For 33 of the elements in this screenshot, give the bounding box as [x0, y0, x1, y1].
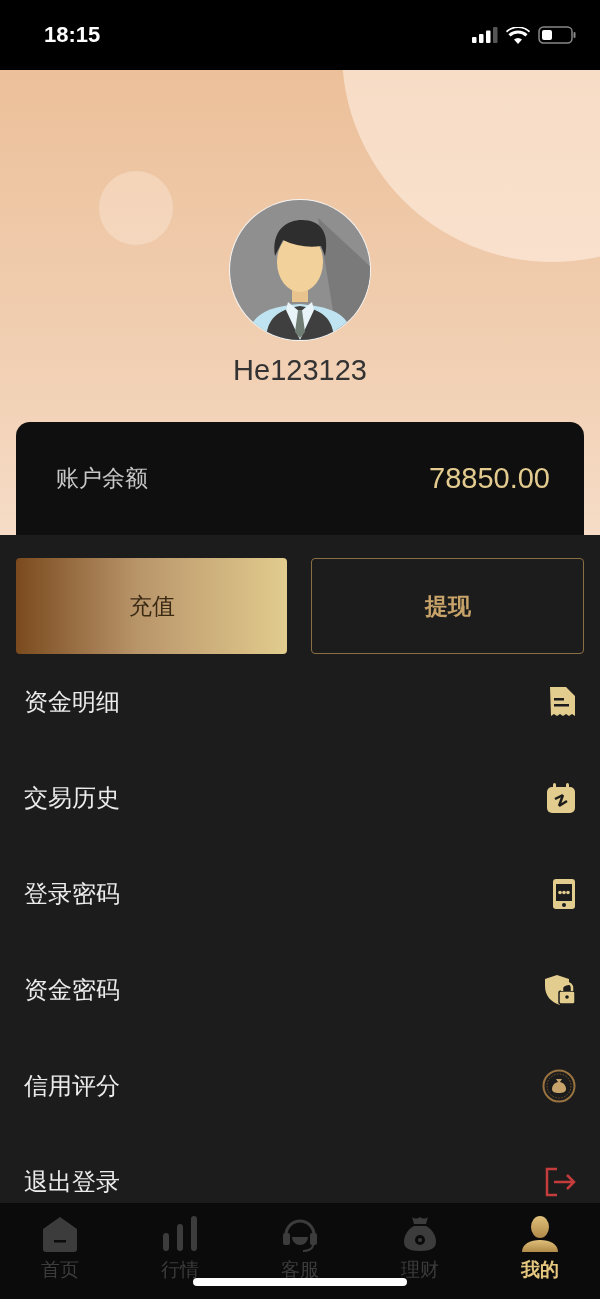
username: He123123: [233, 354, 367, 387]
tab-label: 我的: [521, 1257, 559, 1282]
menu-item[interactable]: 资金密码: [0, 942, 600, 1038]
user-icon: [520, 1215, 560, 1253]
wifi-icon: [506, 26, 530, 44]
menu-item-label: 交易历史: [24, 783, 120, 814]
calendar-icon: [546, 782, 576, 814]
menu-item[interactable]: 资金明细: [0, 654, 600, 750]
logout-icon: [544, 1166, 576, 1197]
tab[interactable]: 我的: [480, 1203, 600, 1299]
balance-label: 账户余额: [56, 464, 148, 493]
menu-item[interactable]: 交易历史: [0, 750, 600, 846]
battery-icon: [538, 26, 576, 44]
menu-item-label: 资金密码: [24, 975, 120, 1006]
shield-lock-icon: [544, 974, 576, 1006]
signal-icon: [472, 27, 498, 43]
menu-item-label: 登录密码: [24, 879, 120, 910]
deposit-button[interactable]: 充值: [16, 558, 287, 654]
money-bag-icon: [542, 1069, 576, 1103]
money-bag-icon: [401, 1215, 439, 1253]
document-icon: [548, 686, 576, 718]
menu-item[interactable]: 退出登录: [0, 1134, 600, 1203]
phone-icon: [552, 878, 576, 910]
bar-chart-icon: [161, 1215, 199, 1253]
menu-item[interactable]: 信用评分: [0, 1038, 600, 1134]
menu-item-label: 退出登录: [24, 1166, 120, 1198]
balance-amount: 78850.00: [429, 462, 550, 495]
menu-item-label: 信用评分: [24, 1071, 120, 1102]
status-time: 18:15: [44, 22, 101, 48]
home-icon: [41, 1215, 79, 1253]
menu-item[interactable]: 登录密码: [0, 846, 600, 942]
withdraw-button[interactable]: 提现: [311, 558, 584, 654]
menu-item-label: 资金明细: [24, 687, 120, 718]
